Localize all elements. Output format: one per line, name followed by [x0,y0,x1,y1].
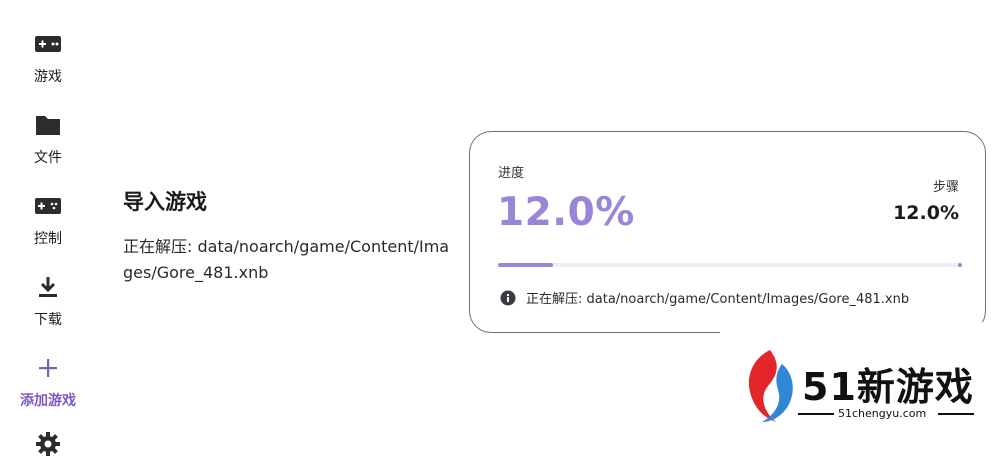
download-icon [34,273,62,301]
nav-label-downloads: 下载 [34,312,62,328]
folder-icon [34,111,62,139]
nav-item-downloads[interactable]: 下载 [0,273,96,329]
nav-item-settings[interactable] [0,430,96,458]
progress-percent: 12.0% [497,190,635,235]
progress-bar [498,263,962,267]
controller-icon [34,192,62,220]
extract-status-text: 正在解压: data/noarch/game/Content/Images/Go… [123,237,450,282]
nav-label-add-game: 添加游戏 [20,393,76,409]
navigation-rail: 游戏 文件 控制 下载 添加游戏 [0,0,96,456]
settings-icon [34,430,62,458]
watermark-divider-left [798,413,834,415]
info-icon [500,290,516,306]
step-value: 12.0% [893,202,959,224]
nav-item-add-game[interactable]: 添加游戏 [0,354,96,410]
progress-bar-end-dot [958,263,962,267]
watermark-logo-icon [748,350,793,422]
nav-item-controls[interactable]: 控制 [0,192,96,248]
progress-label: 进度 [498,166,525,181]
nav-label-files: 文件 [34,150,62,166]
watermark-title: 51新游戏 [802,365,974,409]
nav-item-games[interactable]: 游戏 [0,30,96,86]
page-title: 导入游戏 [123,190,207,214]
plus-icon [34,354,62,382]
nav-item-files[interactable]: 文件 [0,111,96,167]
info-text: 正在解压: data/noarch/game/Content/Images/Go… [526,292,910,307]
nav-label-games: 游戏 [34,69,62,85]
step-label: 步骤 [932,180,959,195]
progress-bar-fill [498,263,554,267]
watermark-divider-right [938,413,974,415]
progress-card: 进度 12.0% 步骤 12.0% 正在解压: data/noarch/game… [469,131,986,333]
gamepad-icon [34,30,62,58]
nav-label-controls: 控制 [34,231,62,247]
watermark-url: 51chengyu.com [838,407,927,420]
info-row: 正在解压: data/noarch/game/Content/Images/Go… [500,288,909,307]
watermark: 51新游戏 51chengyu.com [742,348,982,432]
